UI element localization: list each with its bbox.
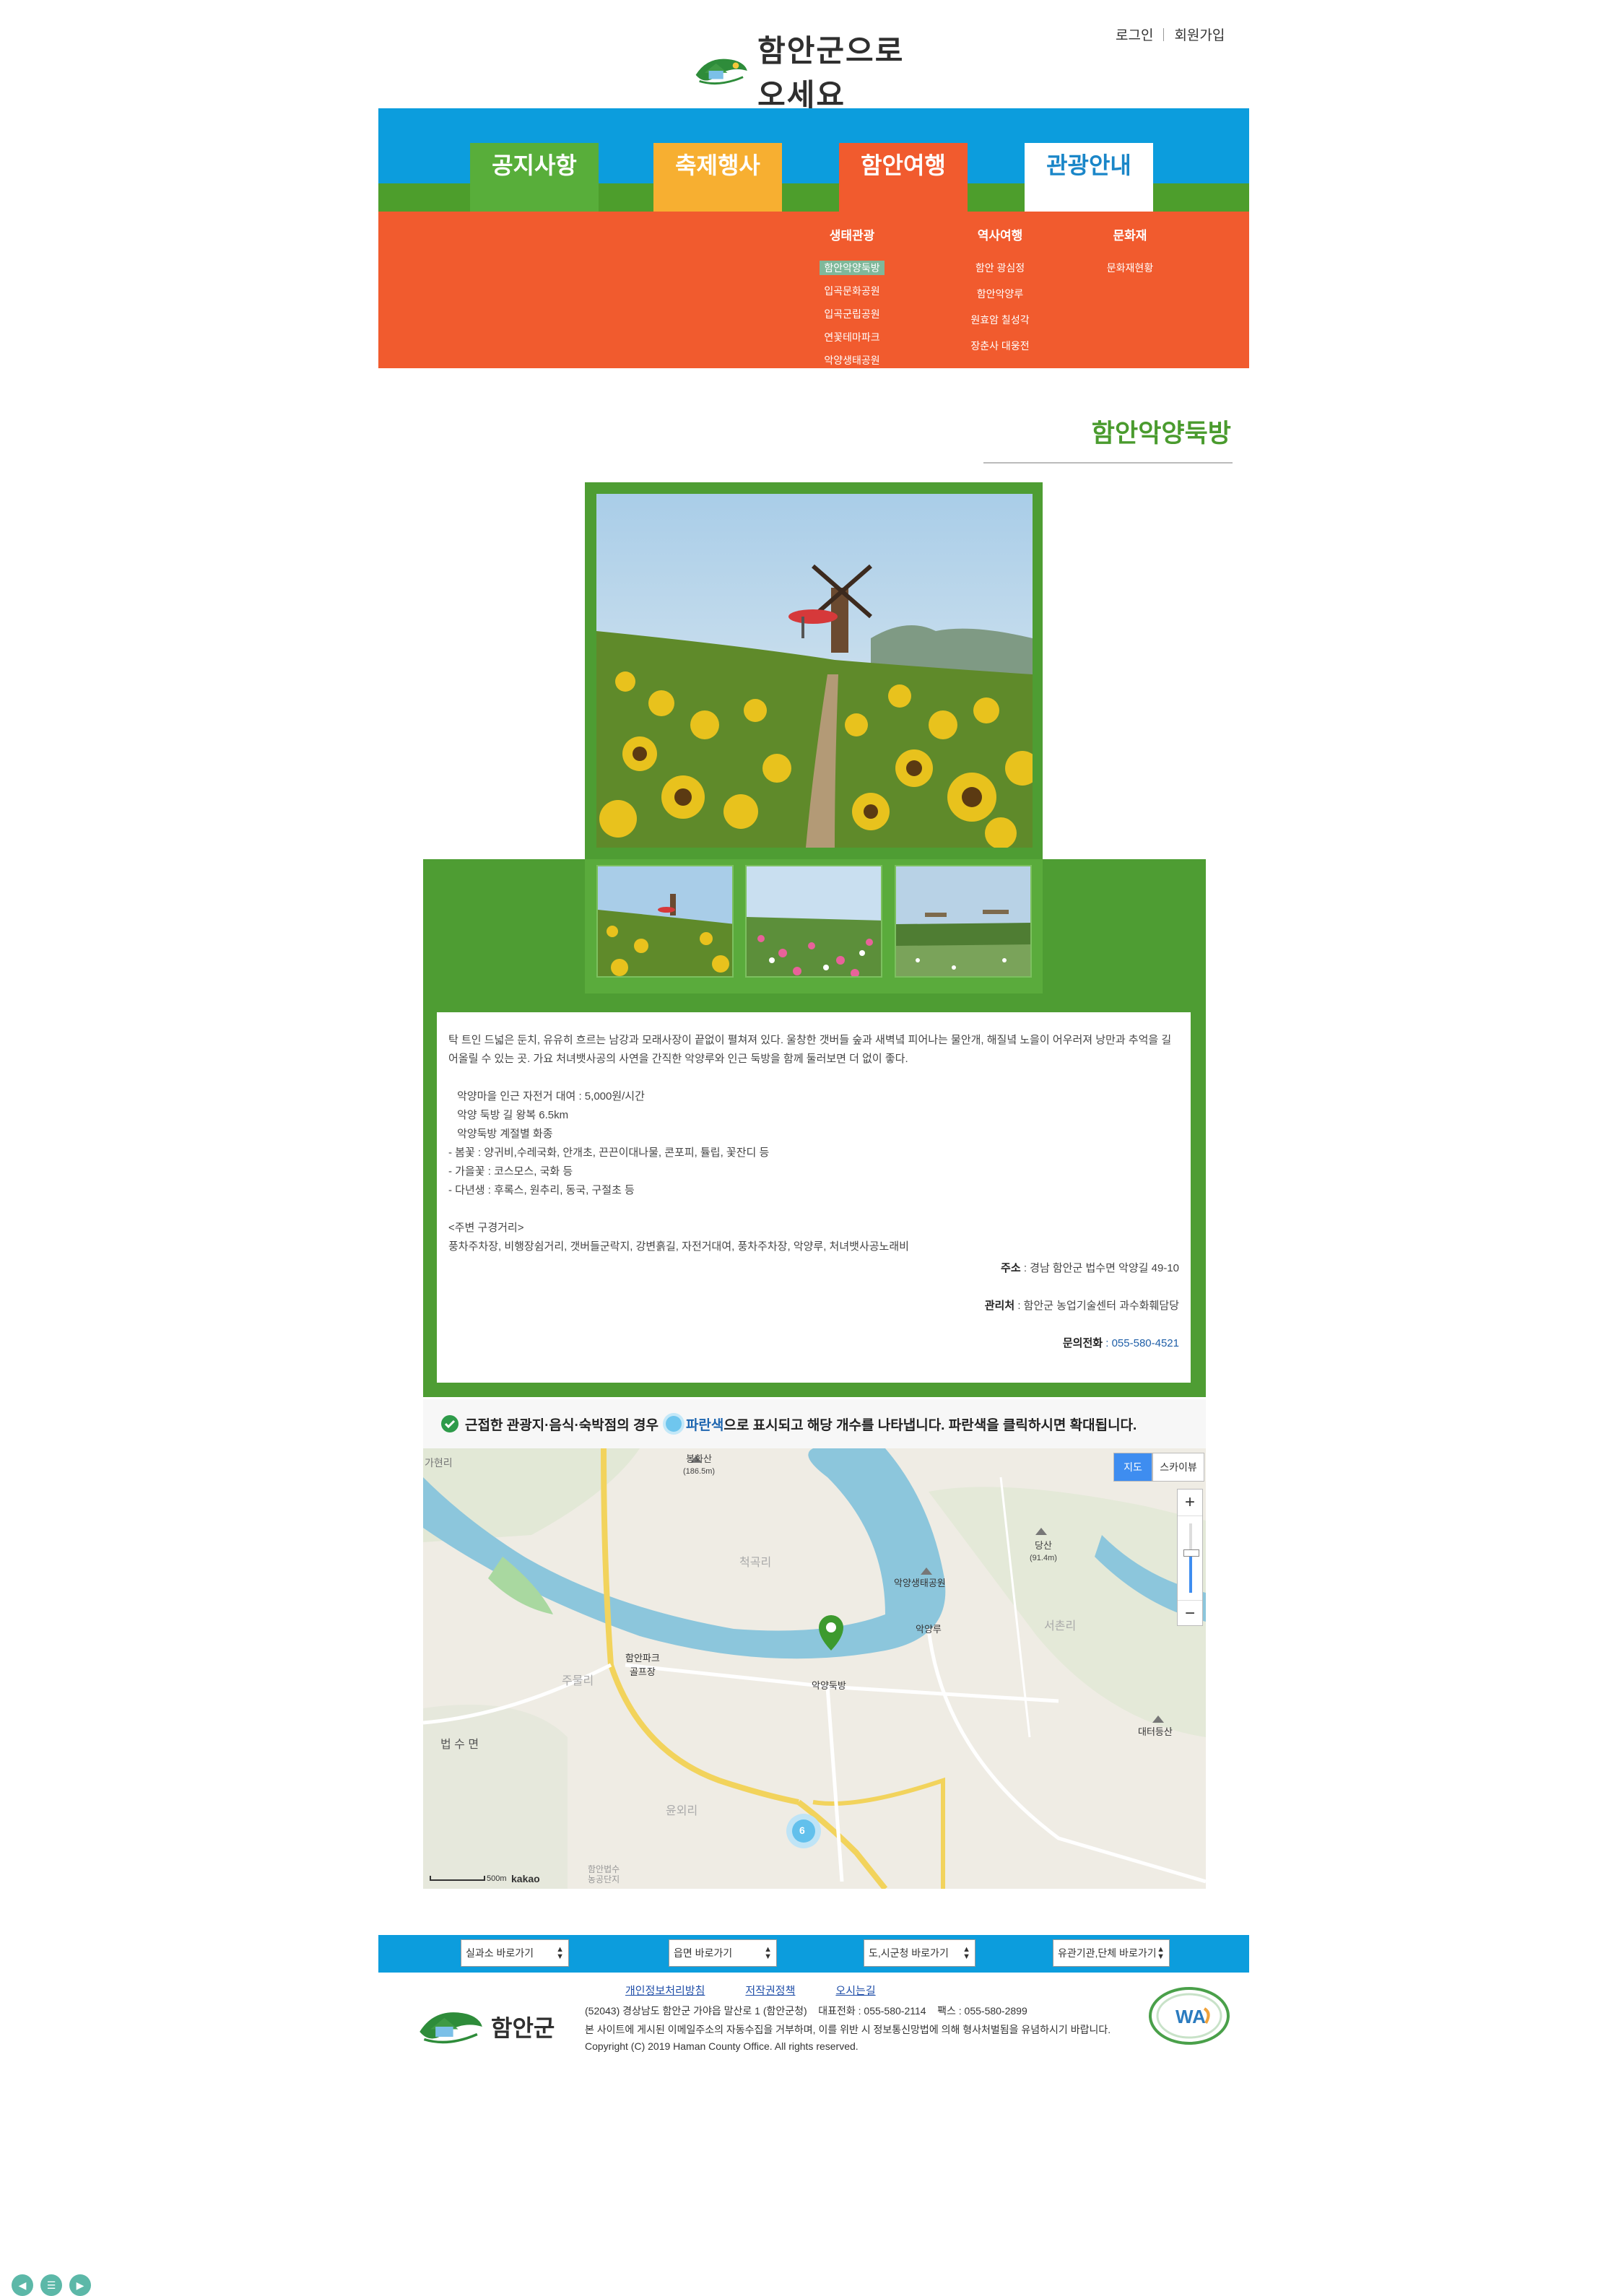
submenu-history: 역사여행 함안 광심정 함안악양루 원효암 칠성각 장춘사 대웅전	[942, 225, 1058, 363]
map-label: 악양루	[916, 1624, 942, 1635]
footer-info: (52043) 경상남도 함안군 가야읍 말산로 1 (함안군청) 대표전화 :…	[585, 2001, 1111, 2053]
footer-logo: 함안군	[412, 2001, 563, 2052]
zoom-in-button[interactable]: +	[1178, 1490, 1202, 1516]
footer-address: (52043) 경상남도 함안군 가야읍 말산로 1 (함안군청) 대표전화 :…	[585, 2005, 1027, 2017]
submenu-eco: 생태관광 함안악양둑방 입곡문화공원 입곡군립공원 연꽃테마파크 악양생태공원	[794, 225, 910, 375]
thumbnail-2[interactable]	[745, 865, 882, 978]
title-divider	[983, 462, 1233, 464]
map-label: 악양둑방	[812, 1680, 846, 1691]
map-type-skyview-button[interactable]: 스카이뷰	[1152, 1453, 1204, 1482]
town-select[interactable]: 읍면 바로가기 ▲ ▼	[669, 1939, 777, 1967]
zoom-out-button[interactable]: −	[1178, 1600, 1202, 1627]
map-label: 주물리	[562, 1675, 594, 1687]
footer-logo-text: 함안군	[491, 2014, 555, 2042]
map-label: 봉화산 (186.5m)	[683, 1453, 716, 1476]
cluster-dot-icon	[665, 1416, 682, 1432]
office-select[interactable]: 실과소 바로가기 ▲ ▼	[461, 1939, 569, 1967]
map-cluster-count[interactable]: 6	[799, 1825, 805, 1836]
thumbnail-1[interactable]	[596, 865, 734, 978]
agency-select[interactable]: 유관기관,단체 바로가기 ▲ ▼	[1053, 1939, 1170, 1967]
logo-mark-icon	[695, 58, 747, 85]
zoom-slider[interactable]	[1178, 1516, 1202, 1600]
manager-line: 관리처 : 함안군 농업기술센터 과수화훼담당	[984, 1300, 1179, 1312]
map-scale: 500m	[487, 1874, 507, 1883]
submenu-item[interactable]: 문화재현황	[1079, 259, 1181, 282]
province-select[interactable]: 도,시군청 바로가기 ▲ ▼	[864, 1939, 975, 1967]
map-label: 법 수 면	[440, 1739, 479, 1751]
submenu-heritage: 문화재 문화재현황	[1079, 225, 1181, 282]
info-line: - 가을꽃 : 코스모스, 국화 등	[448, 1165, 573, 1178]
nearby-title: <주변 구경거리>	[448, 1222, 524, 1234]
submenu-item[interactable]: 함안악양둑방	[794, 259, 910, 282]
submenu-title: 문화재	[1113, 229, 1147, 243]
logo-mark-icon	[420, 2012, 482, 2044]
submenu-item[interactable]: 입곡문화공원	[794, 282, 910, 305]
map-label: 윤외리	[666, 1805, 698, 1817]
map-view[interactable]: 가현리 봉화산 (186.5m) 척곡리 당산 (91.4m) 악양생태공원 악양루…	[423, 1448, 1206, 1889]
submenu-item[interactable]: 연꽃테마파크	[794, 329, 910, 352]
quick-nav: ◀ ☰ ▶	[12, 2274, 91, 2296]
wa-mark: WA	[1175, 2006, 1206, 2027]
map-type-map-button[interactable]: 지도	[1113, 1453, 1152, 1482]
phone-line: 문의전화 : 055-580-4521	[1062, 1337, 1179, 1349]
select-arrow-icon: ▲ ▼	[764, 1945, 772, 1961]
login-link[interactable]: 로그인	[1116, 25, 1153, 44]
map-label: 척곡리	[739, 1557, 772, 1569]
map-label: 함안파크 골프장	[625, 1653, 660, 1677]
signup-link[interactable]: 회원가입	[1174, 25, 1225, 44]
footer-notice: 본 사이트에 게시된 이메일주소의 자동수집을 거부하며, 이를 위반 시 정보…	[585, 2024, 1111, 2035]
info-line: 악양마을 인근 자전거 대여 : 5,000원/시간	[457, 1090, 645, 1103]
footer-copyright: Copyright (C) 2019 Haman County Office. …	[585, 2040, 859, 2052]
submenu-item[interactable]: 함안악양루	[942, 285, 1058, 311]
map-label: 서촌리	[1044, 1620, 1077, 1632]
submenu-title: 역사여행	[977, 229, 1023, 243]
next-arrow-icon[interactable]: ▶	[69, 2274, 91, 2296]
submenu-item[interactable]: 원효암 칠성각	[942, 311, 1058, 337]
select-arrow-icon: ▲ ▼	[1157, 1945, 1165, 1961]
select-arrow-icon: ▲ ▼	[556, 1945, 564, 1961]
intro-text: 탁 트인 드넓은 둔치, 유유히 흐르는 남강과 모래사장이 끝없이 펼쳐져 있…	[448, 1034, 1172, 1065]
map-label: 가현리	[425, 1457, 453, 1469]
map-label: 대터등산	[1138, 1726, 1173, 1737]
submenu-title: 생태관광	[829, 229, 875, 243]
map-label: 당산 (91.4m)	[1030, 1540, 1057, 1562]
description-box: 탁 트인 드넓은 둔치, 유유히 흐르는 남강과 모래사장이 끝없이 펼쳐져 있…	[437, 1012, 1191, 1383]
main-photo	[596, 494, 1033, 848]
select-arrow-icon: ▲ ▼	[962, 1945, 970, 1961]
map-note: 근접한 관광지·음식·숙박점의 경우 파란색 으로 표시되고 해당 개수를 나타…	[423, 1399, 1206, 1448]
nearby-text: 풍차주차장, 비행장쉼거리, 갯버들군락지, 강변흙길, 자전거대여, 풍차주차…	[448, 1240, 909, 1253]
tab-tour-info[interactable]: 관광안내	[1025, 143, 1153, 212]
zoom-control: + −	[1177, 1489, 1203, 1626]
logo-text: 함안군으로 오세요	[757, 33, 905, 113]
check-icon	[441, 1415, 459, 1432]
site-logo[interactable]: 함안군으로 오세요	[693, 33, 935, 113]
info-line: 악양둑방 계절별 화종	[457, 1128, 553, 1140]
directions-link[interactable]: 오시는길	[835, 1983, 875, 1998]
tab-festival[interactable]: 축제행사	[653, 143, 782, 212]
page-title: 함안악양둑방	[1091, 419, 1231, 448]
submenu-item[interactable]: 악양생태공원	[794, 352, 910, 375]
address-line: 주소 : 경남 함안군 법수면 악양길 49-10	[1001, 1262, 1179, 1274]
map-label: 함안법수 농공단지	[588, 1864, 620, 1884]
tab-notice[interactable]: 공지사항	[470, 143, 599, 212]
info-line: - 봄꽃 : 양귀비,수레국화, 안개초, 끈끈이대나물, 콘포피, 튤립, 꽃…	[448, 1147, 770, 1159]
submenu-item[interactable]: 입곡군립공원	[794, 305, 910, 329]
prev-arrow-icon[interactable]: ◀	[12, 2274, 33, 2296]
privacy-link[interactable]: 개인정보처리방침	[625, 1983, 705, 1998]
submenu-item[interactable]: 함안 광심정	[942, 259, 1058, 285]
wa-certification-badge: WA	[1148, 1987, 1231, 2045]
divider	[1163, 27, 1165, 41]
info-line: 악양 둑방 길 왕복 6.5km	[457, 1109, 569, 1121]
kakao-logo: kakao	[511, 1873, 540, 1884]
copyright-policy-link[interactable]: 저작권정책	[745, 1983, 795, 1998]
submenu-item[interactable]: 장춘사 대웅전	[942, 337, 1058, 363]
footer-links: 개인정보처리방침 저작권정책 오시는길	[625, 1983, 876, 1998]
top-links: 로그인 회원가입	[1116, 25, 1225, 44]
thumbnail-3[interactable]	[895, 865, 1032, 978]
tab-travel[interactable]: 함안여행	[839, 143, 968, 212]
map-label: 악양생태공원	[894, 1578, 946, 1588]
menu-icon[interactable]: ☰	[40, 2274, 62, 2296]
zoom-handle[interactable]	[1183, 1549, 1199, 1557]
info-line: - 다년생 : 후록스, 원추리, 동국, 구절초 등	[448, 1184, 635, 1196]
